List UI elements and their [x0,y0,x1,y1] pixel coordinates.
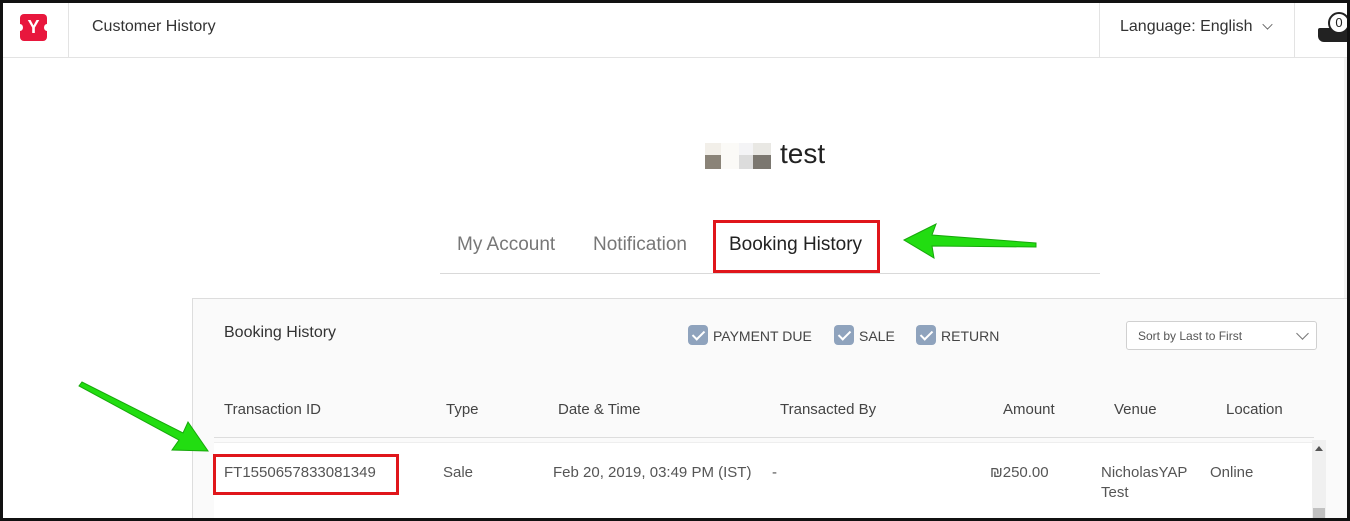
tab-notification[interactable]: Notification [593,234,687,256]
panel-title: Booking History [224,324,337,341]
highlight-box [213,454,399,495]
column-header-location: Location [1226,401,1283,418]
cell-type: Sale [443,464,474,481]
avatar [705,143,771,169]
top-bar: Y Customer History Language: English 0 [0,0,1350,58]
checkbox[interactable] [834,325,854,345]
cell-amount: ₪250.00 [990,464,1049,481]
column-header-transacted-by: Transacted By [780,401,877,418]
cell-venue-line1: NicholasYAP [1101,464,1188,481]
header-divider [68,3,69,58]
annotation-arrow-icon [902,222,1037,259]
scroll-up-icon[interactable] [1315,446,1323,451]
tab-my-account[interactable]: My Account [457,234,555,256]
cell-location: Online [1210,464,1254,481]
filter-label: SALE [859,328,895,344]
header-separator [214,437,1314,438]
page-title: Customer History [92,18,216,35]
header-divider [1294,3,1295,58]
annotation-arrow-icon [78,381,209,452]
chevron-down-icon [1296,327,1309,340]
column-header-transaction-id: Transaction ID [224,401,321,418]
header-divider [1099,3,1100,58]
language-selector[interactable]: Language: English [1120,18,1253,36]
cart-button[interactable]: 0 [1318,12,1350,48]
profile-name: test [780,138,826,169]
cell-date-time: Feb 20, 2019, 03:49 PM (IST) [553,464,752,481]
cell-transacted-by: - [772,464,777,481]
checkbox[interactable] [688,325,708,345]
checkbox[interactable] [916,325,936,345]
sort-select[interactable]: Sort by Last to First [1126,321,1317,350]
brand-logo[interactable]: Y [17,14,50,41]
chevron-down-icon[interactable] [1262,19,1273,30]
column-header-date-time: Date & Time [558,401,641,418]
filter-label: PAYMENT DUE [713,328,812,344]
highlight-box [713,220,880,273]
filter-label: RETURN [941,328,1000,344]
column-header-type: Type [446,401,479,418]
cell-venue-line2: Test [1101,484,1129,501]
column-header-venue: Venue [1114,401,1157,418]
scroll-thumb[interactable] [1313,508,1325,521]
sort-label: Sort by Last to First [1138,329,1243,343]
cart-count-badge: 0 [1328,12,1350,34]
column-header-amount: Amount [1003,401,1055,418]
